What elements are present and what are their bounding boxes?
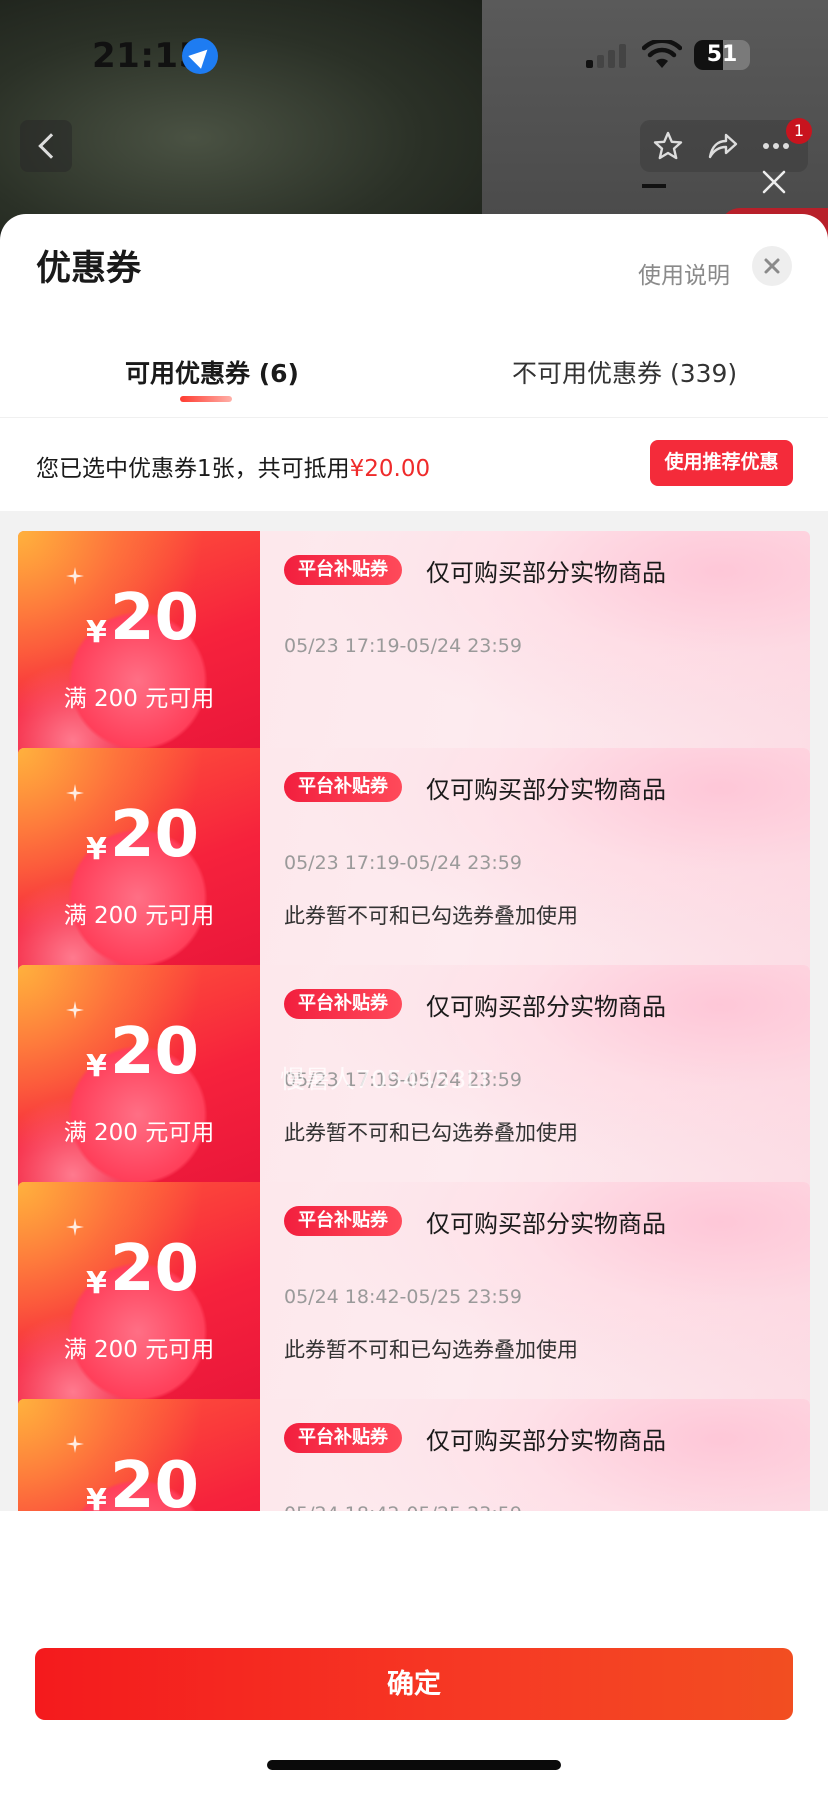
coupon-detail-panel: 平台补贴券 仅可购买部分实物商品 05/23 17:19-05/24 23:59…: [260, 748, 810, 980]
coupon-note: 此券暂不可和已勾选券叠加使用: [284, 1338, 578, 1362]
coupon-condition: 满 200 元可用: [63, 1337, 215, 1363]
coupon-note: 此券暂不可和已勾选券叠加使用: [284, 904, 578, 928]
coupon-validity: 05/23 17:19-05/24 23:59: [284, 1069, 522, 1091]
platform-subsidy-tag: 平台补贴券: [284, 1423, 402, 1453]
share-icon[interactable]: [706, 130, 738, 162]
platform-subsidy-tag: 平台补贴券: [284, 772, 402, 802]
coupon-detail-panel: 平台补贴券 仅可购买部分实物商品 05/23 17:19-05/24 23:59…: [260, 965, 810, 1197]
bottom-bar: 确定: [0, 1634, 828, 1795]
coupon-sheet: 优惠券 使用说明 可用优惠券 (6) 不可用优惠券 (339) 您已选中优惠券1…: [0, 214, 828, 1795]
coupon-value: 20: [110, 1449, 200, 1511]
use-recommended-button[interactable]: 使用推荐优惠: [650, 440, 793, 486]
coupon-detail-panel: 平台补贴券 仅可购买部分实物商品 05/23 17:19-05/24 23:59: [260, 531, 810, 763]
coupon-validity: 05/23 17:19-05/24 23:59: [284, 852, 522, 874]
currency-symbol: ¥: [86, 1483, 107, 1511]
sparkle-icon: [66, 567, 84, 585]
close-icon[interactable]: [760, 168, 788, 196]
coupon-card[interactable]: ¥ 20 满 200 元可用 平台补贴券 仅可购买部分实物商品 05/23 17…: [18, 748, 810, 980]
confirm-button[interactable]: 确定: [35, 1648, 793, 1720]
tab-unavailable[interactable]: 不可用优惠券 (339): [512, 354, 737, 390]
sparkle-icon: [66, 1218, 84, 1236]
coupon-card[interactable]: ¥ 20 满 200 元可用 平台补贴券 仅可购买部分实物商品 05/23 17…: [18, 965, 810, 1197]
home-indicator: [267, 1760, 561, 1770]
coupon-condition: 满 200 元可用: [63, 686, 215, 712]
active-tab-indicator: [180, 396, 232, 402]
coupon-value: 20: [110, 1015, 200, 1089]
coupon-scope: 仅可购买部分实物商品: [426, 776, 666, 804]
coupon-scope: 仅可购买部分实物商品: [426, 1210, 666, 1238]
selection-summary: 您已选中优惠券1张，共可抵用¥20.00 使用推荐优惠: [0, 419, 828, 511]
coupon-validity: 05/24 18:42-05/25 23:59: [284, 1503, 522, 1511]
summary-amount: ¥20.00: [349, 456, 431, 482]
coupon-scope: 仅可购买部分实物商品: [426, 993, 666, 1021]
product-photo-background: [0, 0, 482, 230]
star-icon[interactable]: [652, 130, 684, 162]
coupon-detail-panel: 平台补贴券 仅可购买部分实物商品 05/24 18:42-05/25 23:59: [260, 1399, 810, 1511]
platform-subsidy-tag: 平台补贴券: [284, 555, 402, 585]
tab-available[interactable]: 可用优惠券 (6): [125, 354, 299, 390]
battery-icon: 51: [694, 40, 750, 70]
coupon-condition: 满 200 元可用: [63, 903, 215, 929]
signal-icon: [586, 44, 630, 68]
summary-text: 您已选中优惠券1张，共可抵用¥20.00: [36, 449, 430, 483]
coupon-amount-panel: ¥ 20 满 200 元可用: [18, 1399, 260, 1511]
coupon-scope: 仅可购买部分实物商品: [426, 1427, 666, 1455]
coupon-amount-panel: ¥ 20 满 200 元可用: [18, 748, 260, 980]
currency-symbol: ¥: [86, 1049, 107, 1084]
coupon-amount-panel: ¥ 20 满 200 元可用: [18, 965, 260, 1197]
location-arrow-icon: [182, 38, 218, 74]
platform-subsidy-tag: 平台补贴券: [284, 1206, 402, 1236]
nav-actions-group: [640, 120, 808, 172]
coupon-card[interactable]: ¥ 20 满 200 元可用 平台补贴券 仅可购买部分实物商品 05/23 17…: [18, 531, 810, 763]
coupon-condition: 满 200 元可用: [63, 1120, 215, 1146]
wifi-icon: [642, 40, 682, 68]
close-sheet-button[interactable]: [752, 246, 792, 286]
coupon-card[interactable]: ¥ 20 满 200 元可用 平台补贴券 仅可购买部分实物商品 05/24 18…: [18, 1399, 810, 1511]
coupon-amount-panel: ¥ 20 满 200 元可用: [18, 1182, 260, 1414]
sheet-title: 优惠券: [36, 249, 142, 289]
currency-symbol: ¥: [86, 615, 107, 650]
coupon-tabs: 可用优惠券 (6) 不可用优惠券 (339): [0, 314, 828, 418]
coupon-validity: 05/23 17:19-05/24 23:59: [284, 635, 522, 657]
coupon-value: 20: [110, 581, 200, 655]
battery-percent: 51: [706, 42, 738, 67]
currency-symbol: ¥: [86, 832, 107, 867]
usage-instructions-link[interactable]: 使用说明: [638, 256, 730, 290]
coupon-note: 此券暂不可和已勾选券叠加使用: [284, 1121, 578, 1145]
minimize-dash-icon: [642, 184, 666, 188]
coupon-scope: 仅可购买部分实物商品: [426, 559, 666, 587]
coupon-value: 20: [110, 798, 200, 872]
coupon-card[interactable]: ¥ 20 满 200 元可用 平台补贴券 仅可购买部分实物商品 05/24 18…: [18, 1182, 810, 1414]
sparkle-icon: [66, 784, 84, 802]
back-button[interactable]: [20, 120, 72, 172]
summary-label: 您已选中优惠券1张，共可抵用: [36, 456, 350, 482]
notification-badge: 1: [786, 118, 812, 144]
coupon-list[interactable]: ¥ 20 满 200 元可用 平台补贴券 仅可购买部分实物商品 05/23 17…: [0, 511, 828, 1511]
coupon-validity: 05/24 18:42-05/25 23:59: [284, 1286, 522, 1308]
coupon-value: 20: [110, 1232, 200, 1306]
coupon-amount-panel: ¥ 20 满 200 元可用: [18, 531, 260, 763]
close-icon: [764, 258, 780, 274]
platform-subsidy-tag: 平台补贴券: [284, 989, 402, 1019]
currency-symbol: ¥: [86, 1266, 107, 1301]
sparkle-icon: [66, 1001, 84, 1019]
coupon-detail-panel: 平台补贴券 仅可购买部分实物商品 05/24 18:42-05/25 23:59…: [260, 1182, 810, 1414]
sparkle-icon: [66, 1435, 84, 1453]
